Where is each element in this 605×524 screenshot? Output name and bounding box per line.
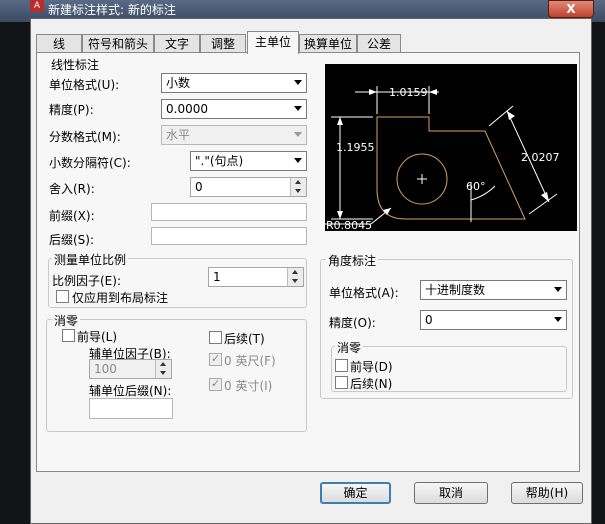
- chevron-down-icon: [554, 287, 562, 292]
- scale-factor-value: 1: [213, 270, 221, 284]
- suffix-input[interactable]: [151, 227, 307, 245]
- spin-down-icon[interactable]: [288, 277, 303, 286]
- fraction-format-select[interactable]: 水平: [161, 125, 307, 145]
- window-title: 新建标注样式: 新的标注: [48, 3, 176, 17]
- suffix-label: 后缀(S):: [49, 233, 95, 247]
- sub-unit-suffix-input[interactable]: [89, 398, 173, 419]
- dimension-preview: 1.0159 1.1955 2.0207 60° R0.8045: [325, 64, 577, 231]
- arrowhead: [541, 192, 549, 202]
- tab-text[interactable]: 文字: [154, 34, 200, 53]
- tab-symbols-arrows[interactable]: 符号和箭头: [82, 34, 154, 53]
- roundoff-spin-buttons[interactable]: [290, 178, 306, 196]
- sub-unit-spin-buttons[interactable]: [155, 360, 171, 378]
- arrowhead: [337, 211, 343, 219]
- tab-fit[interactable]: 调整: [200, 34, 246, 53]
- angular-leading-label: 前导(D): [350, 360, 393, 374]
- tab-lines[interactable]: 线: [36, 34, 82, 53]
- chevron-down-icon: [294, 132, 302, 137]
- chevron-down-icon: [294, 158, 302, 163]
- zero-feet-checkbox[interactable]: [209, 352, 222, 366]
- decimal-separator-label: 小数分隔符(C):: [49, 156, 131, 170]
- arrowhead: [337, 117, 343, 125]
- trailing-zero-label: 后续(T): [224, 332, 265, 346]
- chevron-down-icon: [294, 80, 302, 85]
- arrowhead: [507, 111, 515, 120]
- precision-label: 精度(P):: [49, 103, 94, 117]
- angular-precision-value: 0: [425, 313, 433, 327]
- arrowhead: [429, 89, 437, 95]
- dim-text-top: 1.0159: [389, 86, 428, 99]
- angular-group-title: 角度标注: [326, 252, 379, 269]
- radius-text: R0.8045: [326, 219, 372, 231]
- unit-format-select[interactable]: 小数: [161, 73, 307, 93]
- leading-zero-label: 前导(L): [77, 330, 118, 344]
- tab-alternate-units[interactable]: 换算单位: [299, 34, 357, 53]
- dim-text-left: 1.1955: [336, 141, 375, 154]
- decimal-separator-select[interactable]: "."(句点): [190, 151, 307, 171]
- angular-trailing-checkbox[interactable]: [335, 376, 348, 389]
- leading-zero-checkbox[interactable]: [62, 329, 75, 342]
- roundoff-label: 舍入(R):: [49, 182, 95, 196]
- spin-down-icon[interactable]: [291, 187, 306, 196]
- angular-precision-label: 精度(O):: [329, 316, 376, 330]
- zero-inches-checkbox[interactable]: [209, 377, 222, 391]
- layout-only-label: 仅应用到布局标注: [72, 291, 169, 305]
- preview-drawing: 1.0159 1.1955 2.0207 60° R0.8045: [325, 86, 560, 231]
- precision-select[interactable]: 0.0000: [161, 99, 307, 119]
- sub-unit-factor-value: 100: [94, 362, 117, 376]
- tab-primary-units[interactable]: 主单位: [247, 31, 299, 54]
- angular-trailing-label: 后续(N): [350, 377, 393, 391]
- close-button[interactable]: X: [548, 0, 594, 18]
- zero-inches-label: 0 英寸(I): [224, 379, 273, 393]
- chevron-down-icon: [294, 106, 302, 111]
- arrowhead: [369, 89, 377, 95]
- decimal-separator-value: "."(句点): [195, 154, 244, 168]
- cancel-button[interactable]: 取消: [414, 482, 488, 504]
- scale-group-title: 测量单位比例: [52, 251, 129, 268]
- angular-precision-select[interactable]: 0: [420, 310, 567, 330]
- spin-down-icon[interactable]: [156, 369, 171, 378]
- zero-feet-label: 0 英尺(F): [224, 354, 276, 368]
- dim-text-right: 2.0207: [521, 151, 560, 164]
- precision-value: 0.0000: [166, 102, 208, 116]
- fraction-format-label: 分数格式(M):: [49, 130, 121, 144]
- cad-background-right: [592, 22, 605, 524]
- cad-background-left: [0, 22, 30, 524]
- help-button[interactable]: 帮助(H): [511, 482, 583, 504]
- angular-leading-checkbox[interactable]: [335, 359, 348, 372]
- scale-factor-spin-buttons[interactable]: [287, 268, 303, 286]
- layout-only-checkbox[interactable]: [56, 290, 69, 303]
- sub-unit-factor-spinner[interactable]: 100: [89, 359, 172, 379]
- fraction-format-value: 水平: [166, 128, 191, 142]
- zero-suppression-title: 消零: [52, 312, 81, 329]
- ok-button[interactable]: 确定: [320, 482, 391, 504]
- ext-line-diag-bottom: [528, 193, 558, 215]
- angular-zero-title: 消零: [335, 339, 364, 356]
- roundoff-spinner[interactable]: 0: [190, 177, 307, 197]
- app-icon: A: [30, 0, 44, 12]
- scale-factor-label: 比例因子(E):: [52, 274, 121, 288]
- roundoff-value: 0: [195, 180, 203, 194]
- prefix-input[interactable]: [151, 203, 307, 221]
- trailing-zero-checkbox[interactable]: [209, 331, 222, 344]
- chevron-down-icon: [554, 317, 562, 322]
- unit-format-label: 单位格式(U):: [49, 78, 120, 92]
- angular-unit-format-label: 单位格式(A):: [329, 286, 399, 300]
- sub-unit-suffix-label: 辅单位后缀(N):: [89, 384, 172, 398]
- angular-unit-format-value: 十进制度数: [425, 283, 486, 297]
- prefix-label: 前缀(X):: [49, 209, 95, 223]
- scale-factor-spinner[interactable]: 1: [208, 267, 304, 287]
- angle-text: 60°: [466, 180, 486, 193]
- linear-group-title: 线性标注: [49, 56, 102, 73]
- angular-unit-format-select[interactable]: 十进制度数: [420, 280, 567, 300]
- unit-format-value: 小数: [166, 76, 191, 90]
- tab-tolerances[interactable]: 公差: [357, 34, 401, 53]
